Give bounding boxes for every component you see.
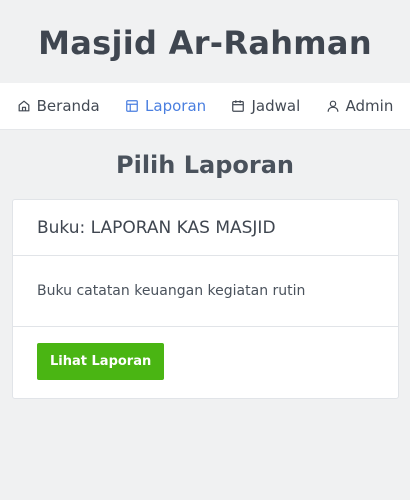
nav-item-jadwal[interactable]: Jadwal [231, 97, 300, 115]
card-footer: Lihat Laporan [13, 327, 398, 398]
nav-item-label: Admin [345, 97, 394, 115]
nav-item-admin[interactable]: Admin [326, 97, 394, 115]
user-icon [326, 99, 340, 113]
main-navigation: Beranda Laporan Jadwal Admin [0, 83, 410, 130]
site-title: Masjid Ar-Rahman [38, 23, 372, 62]
calendar-icon [231, 99, 245, 113]
nav-item-laporan[interactable]: Laporan [125, 97, 206, 115]
nav-item-label: Beranda [36, 97, 100, 115]
report-card: Buku: LAPORAN KAS MASJID Buku catatan ke… [12, 199, 399, 399]
card-title: Buku: LAPORAN KAS MASJID [13, 200, 398, 256]
view-report-button[interactable]: Lihat Laporan [37, 343, 165, 380]
main-content: Pilih Laporan Buku: LAPORAN KAS MASJID B… [0, 150, 410, 399]
nav-item-label: Laporan [145, 97, 207, 115]
page-heading: Pilih Laporan [116, 151, 294, 179]
home-icon [17, 99, 31, 113]
site-header: Masjid Ar-Rahman [0, 0, 410, 83]
nav-item-label: Jadwal [251, 97, 301, 115]
card-description: Buku catatan keuangan kegiatan rutin [13, 256, 398, 327]
layout-icon [125, 99, 139, 113]
nav-item-beranda[interactable]: Beranda [17, 97, 100, 115]
